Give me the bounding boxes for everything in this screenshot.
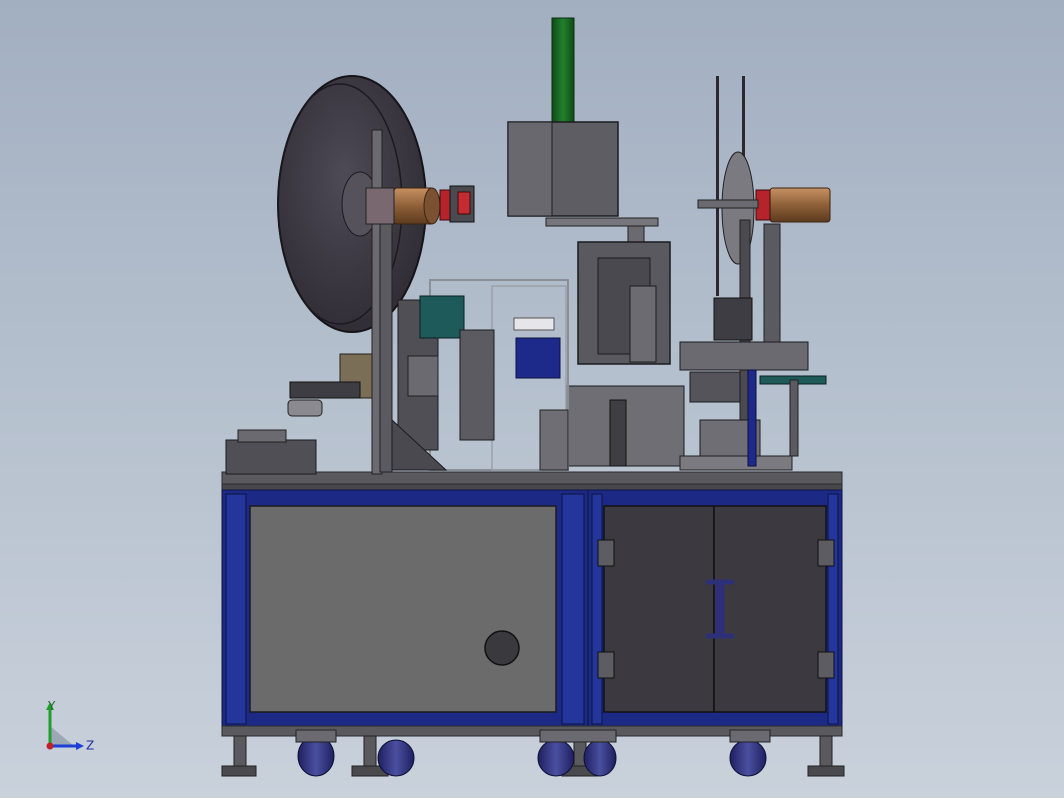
caster-wheel	[729, 739, 767, 777]
right-labeling-assembly	[679, 76, 831, 471]
reel-stand	[379, 219, 393, 473]
cabinet-door-left	[603, 505, 715, 713]
cad-viewport[interactable]: Y Z	[0, 0, 1064, 798]
leveling-foot	[819, 735, 833, 769]
reel-arm	[697, 199, 759, 209]
coordinate-triad: Y Z	[46, 699, 94, 753]
cylinder-block	[713, 297, 753, 341]
caster-wheel	[583, 739, 617, 777]
white-fitting	[513, 317, 555, 331]
control-box-top	[237, 429, 287, 443]
blue-sensor	[515, 337, 561, 379]
z-axis-arrow-icon	[76, 742, 84, 750]
right-roller	[769, 187, 831, 223]
gripper	[689, 371, 741, 403]
hinge-icon	[597, 651, 615, 679]
cable-clamp	[287, 399, 323, 417]
control-box	[225, 439, 317, 475]
frame-upright	[827, 493, 839, 725]
caster-bracket	[295, 729, 337, 743]
feet-and-casters	[221, 729, 845, 777]
triad-plane-icon	[50, 726, 74, 746]
y-axis-label: Y	[47, 699, 56, 713]
roller-clamp	[365, 187, 395, 225]
origin-icon	[46, 742, 54, 750]
leveling-foot	[233, 735, 247, 769]
table-top-lip	[221, 483, 843, 491]
caster-wheel	[537, 739, 575, 777]
frame-upright	[561, 493, 585, 725]
slide-block	[539, 409, 569, 471]
side-arm	[789, 379, 799, 457]
caster-wheel	[377, 739, 415, 777]
left-access-panel	[249, 505, 557, 713]
roller-end	[423, 187, 441, 225]
leveling-foot	[807, 765, 845, 777]
cabinet-door-right	[713, 505, 827, 713]
caster-bracket	[729, 729, 771, 743]
feeder-block	[459, 329, 495, 441]
red-clamp	[457, 191, 471, 215]
press-head-side	[507, 121, 553, 217]
leveling-foot	[363, 735, 377, 769]
z-axis-label: Z	[86, 739, 94, 753]
vertical-rod	[716, 76, 719, 296]
feeder-clamp	[407, 355, 439, 397]
right-stand	[763, 223, 781, 345]
frame-upright	[225, 493, 247, 725]
pneumatic-cylinder	[551, 17, 575, 125]
press-head-assembly	[507, 17, 685, 467]
machine-assembly-model[interactable]	[0, 0, 1064, 798]
hinge-icon	[817, 539, 835, 567]
leveling-foot	[221, 765, 257, 777]
cable-bracket	[289, 381, 361, 399]
feeder-mechanisms	[225, 279, 569, 475]
hinge-icon	[817, 651, 835, 679]
mount-plate	[679, 341, 809, 371]
blue-bar	[747, 369, 757, 467]
panel-port	[484, 630, 520, 666]
base-cabinet	[221, 471, 843, 737]
hinge-icon	[597, 539, 615, 567]
base-plate	[679, 455, 793, 471]
die-slot	[609, 399, 627, 467]
red-clamp	[439, 189, 451, 221]
press-plate	[545, 217, 659, 227]
teal-module	[419, 295, 465, 339]
die-insert	[629, 285, 657, 363]
caster-bracket	[539, 729, 617, 743]
frame-upright	[591, 493, 603, 725]
